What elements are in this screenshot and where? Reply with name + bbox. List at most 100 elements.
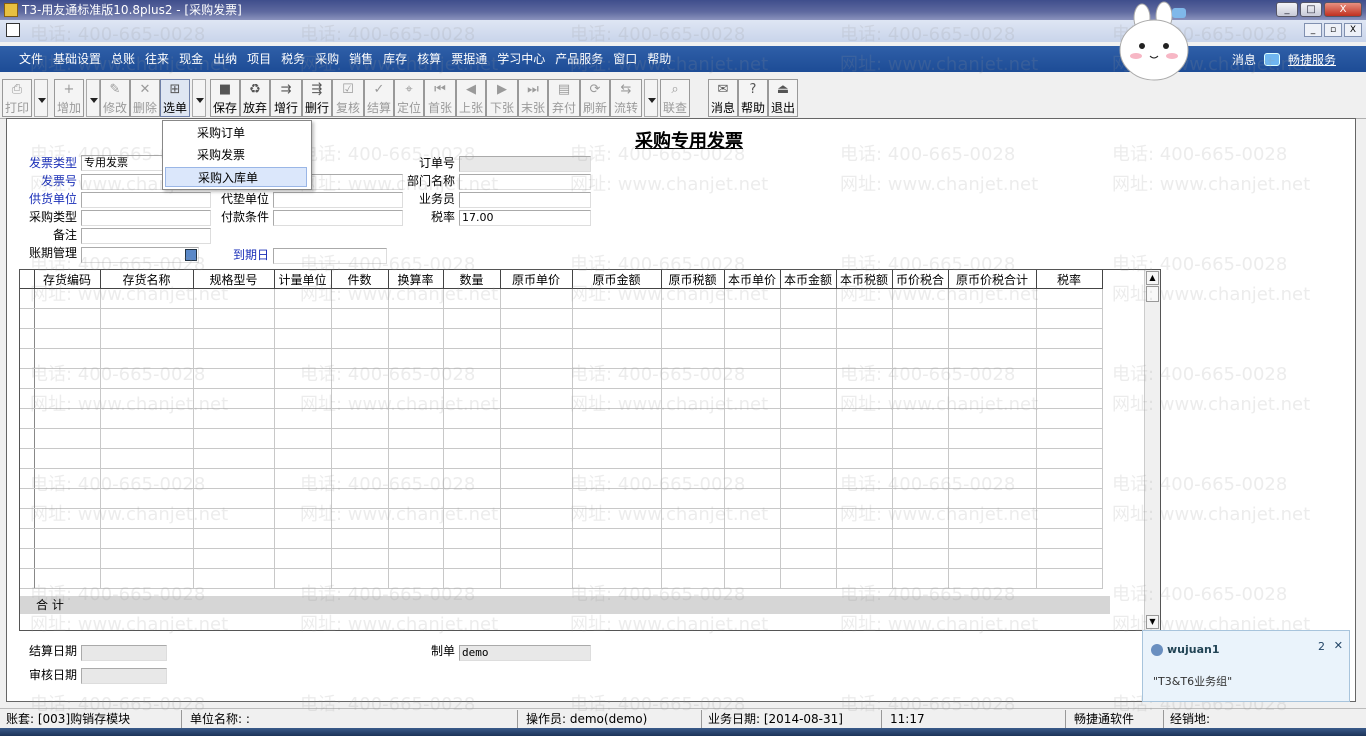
grid-cell[interactable] bbox=[661, 548, 725, 569]
grid-cell[interactable] bbox=[892, 308, 949, 329]
locate-button[interactable]: ⌖ 定位 bbox=[394, 79, 424, 117]
grid-cell[interactable] bbox=[724, 568, 781, 589]
grid-cell[interactable] bbox=[572, 468, 662, 489]
grid-cell[interactable] bbox=[500, 348, 573, 369]
grid-cell[interactable] bbox=[331, 448, 389, 469]
purchase-type-field[interactable] bbox=[81, 210, 211, 226]
column-header[interactable]: 原币价税合计 bbox=[948, 270, 1037, 289]
grid-scrollbar[interactable]: ▲ ▼ bbox=[1144, 270, 1160, 630]
grid-cell[interactable] bbox=[274, 528, 332, 549]
grid-cell[interactable] bbox=[780, 328, 837, 349]
table-row[interactable] bbox=[20, 448, 1103, 469]
select-doc-button[interactable]: ⊞ 选单 bbox=[160, 79, 190, 117]
grid-cell[interactable] bbox=[388, 428, 444, 449]
grid-cell[interactable] bbox=[724, 528, 781, 549]
table-row[interactable] bbox=[20, 308, 1103, 329]
grid-cell[interactable] bbox=[443, 388, 501, 409]
grid-cell[interactable] bbox=[892, 528, 949, 549]
row-header[interactable] bbox=[20, 388, 35, 409]
scroll-thumb[interactable] bbox=[1146, 286, 1159, 302]
dropdown-arrow-button[interactable] bbox=[34, 79, 48, 117]
table-row[interactable] bbox=[20, 408, 1103, 429]
grid-cell[interactable] bbox=[661, 468, 725, 489]
grid-cell[interactable] bbox=[1036, 288, 1103, 309]
service-link[interactable]: 畅捷服务 bbox=[1288, 51, 1336, 68]
grid-cell[interactable] bbox=[100, 288, 194, 309]
grid-cell[interactable] bbox=[193, 388, 275, 409]
grid-cell[interactable] bbox=[780, 288, 837, 309]
grid-cell[interactable] bbox=[388, 468, 444, 489]
grid-cell[interactable] bbox=[892, 348, 949, 369]
grid-cell[interactable] bbox=[100, 488, 194, 509]
delete-row-button[interactable]: ⇶ 删行 bbox=[302, 79, 332, 117]
grid-cell[interactable] bbox=[443, 408, 501, 429]
grid-cell[interactable] bbox=[836, 508, 893, 529]
grid-cell[interactable] bbox=[331, 468, 389, 489]
grid-cell[interactable] bbox=[1036, 508, 1103, 529]
table-row[interactable] bbox=[20, 528, 1103, 549]
grid-cell[interactable] bbox=[443, 528, 501, 549]
menu-item[interactable]: 库存 bbox=[378, 46, 412, 72]
grid-cell[interactable] bbox=[724, 408, 781, 429]
grid-cell[interactable] bbox=[1036, 388, 1103, 409]
column-header[interactable]: 件数 bbox=[331, 270, 389, 289]
grid-cell[interactable] bbox=[100, 308, 194, 329]
dropdown-arrow-button[interactable] bbox=[192, 79, 206, 117]
menu-item[interactable]: 税务 bbox=[276, 46, 310, 72]
grid-cell[interactable] bbox=[388, 528, 444, 549]
help-button[interactable]: ? 帮助 bbox=[738, 79, 768, 117]
column-header[interactable]: 换算率 bbox=[388, 270, 444, 289]
grid-cell[interactable] bbox=[1036, 348, 1103, 369]
menu-item[interactable]: 文件 bbox=[14, 46, 48, 72]
grid-cell[interactable] bbox=[948, 428, 1037, 449]
grid-cell[interactable] bbox=[100, 328, 194, 349]
grid-cell[interactable] bbox=[836, 568, 893, 589]
dropdown-item[interactable]: 采购订单 bbox=[165, 123, 307, 143]
delete-button[interactable]: ✕ 删除 bbox=[130, 79, 160, 117]
grid-cell[interactable] bbox=[948, 308, 1037, 329]
message-button[interactable]: ✉ 消息 bbox=[708, 79, 738, 117]
grid-cell[interactable] bbox=[443, 448, 501, 469]
grid-cell[interactable] bbox=[836, 448, 893, 469]
column-header[interactable]: 原币税额 bbox=[661, 270, 725, 289]
grid-cell[interactable] bbox=[443, 368, 501, 389]
account-period-field[interactable] bbox=[81, 247, 199, 263]
grid-cell[interactable] bbox=[388, 568, 444, 589]
grid-cell[interactable] bbox=[443, 508, 501, 529]
supplier-field[interactable] bbox=[81, 192, 211, 208]
grid-cell[interactable] bbox=[100, 508, 194, 529]
grid-cell[interactable] bbox=[500, 388, 573, 409]
grid-cell[interactable] bbox=[34, 528, 101, 549]
grid-cell[interactable] bbox=[34, 488, 101, 509]
grid-cell[interactable] bbox=[500, 328, 573, 349]
grid-cell[interactable] bbox=[500, 308, 573, 329]
grid-cell[interactable] bbox=[500, 548, 573, 569]
grid-cell[interactable] bbox=[836, 408, 893, 429]
grid-cell[interactable] bbox=[274, 388, 332, 409]
dropdown-item[interactable]: 采购发票 bbox=[165, 145, 307, 165]
grid-cell[interactable] bbox=[572, 508, 662, 529]
grid-cell[interactable] bbox=[388, 488, 444, 509]
grid-cell[interactable] bbox=[388, 388, 444, 409]
grid-cell[interactable] bbox=[724, 368, 781, 389]
grid-cell[interactable] bbox=[780, 308, 837, 329]
grid-cell[interactable] bbox=[836, 488, 893, 509]
due-date-field[interactable] bbox=[273, 248, 387, 264]
grid-cell[interactable] bbox=[443, 468, 501, 489]
grid-cell[interactable] bbox=[780, 408, 837, 429]
linked-query-button[interactable]: ⌕ 联查 bbox=[660, 79, 690, 117]
grid-cell[interactable] bbox=[724, 468, 781, 489]
save-button[interactable]: ■ 保存 bbox=[210, 79, 240, 117]
grid-cell[interactable] bbox=[780, 488, 837, 509]
grid-cell[interactable] bbox=[892, 388, 949, 409]
grid-cell[interactable] bbox=[388, 348, 444, 369]
grid-cell[interactable] bbox=[193, 488, 275, 509]
grid-cell[interactable] bbox=[572, 488, 662, 509]
grid-cell[interactable] bbox=[274, 568, 332, 589]
grid-cell[interactable] bbox=[572, 428, 662, 449]
grid-cell[interactable] bbox=[1036, 528, 1103, 549]
table-row[interactable] bbox=[20, 348, 1103, 369]
grid-cell[interactable] bbox=[274, 508, 332, 529]
exit-button[interactable]: ⏏ 退出 bbox=[768, 79, 798, 117]
scroll-down-arrow[interactable]: ▼ bbox=[1146, 615, 1159, 629]
